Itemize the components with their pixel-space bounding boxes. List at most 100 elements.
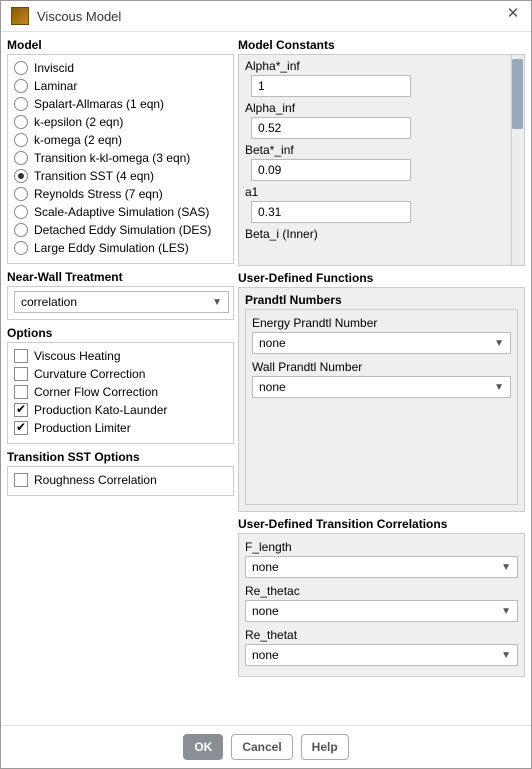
checkbox-option[interactable]: Production Kato-Launder (14, 401, 229, 419)
checkbox-icon (14, 473, 28, 487)
near-wall-group: correlation ▼ (7, 286, 234, 320)
constant-input[interactable]: 0.09 (251, 159, 411, 181)
model-option[interactable]: Large Eddy Simulation (LES) (14, 239, 229, 257)
tsst-title: Transition SST Options (7, 448, 234, 466)
field-dropdown[interactable]: none ▼ (252, 376, 511, 398)
constant-input[interactable]: 1 (251, 75, 411, 97)
model-option-label: Laminar (34, 79, 77, 93)
radio-icon (14, 115, 28, 129)
checkbox-icon (14, 403, 28, 417)
radio-icon (14, 223, 28, 237)
near-wall-dropdown[interactable]: correlation ▼ (14, 291, 229, 313)
checkbox-option[interactable]: Production Limiter (14, 419, 229, 437)
field-label: Energy Prandtl Number (252, 314, 511, 332)
constant-input[interactable]: 0.52 (251, 117, 411, 139)
checkbox-icon (14, 421, 28, 435)
chevron-down-icon: ▼ (501, 562, 511, 573)
cancel-button[interactable]: Cancel (231, 734, 292, 760)
checkbox-icon (14, 385, 28, 399)
model-option[interactable]: Transition k-kl-omega (3 eqn) (14, 149, 229, 167)
checkbox-icon (14, 349, 28, 363)
udf-group: Prandtl Numbers Energy Prandtl Number non… (238, 287, 525, 512)
titlebar: Viscous Model ✕ (1, 1, 531, 32)
prandtl-group: Energy Prandtl Number none ▼ Wall Prandtl N… (245, 309, 518, 505)
constant-label: Alpha_inf (245, 99, 510, 115)
dropdown-value: none (259, 380, 286, 394)
field-label: F_length (245, 538, 518, 556)
field-dropdown[interactable]: none ▼ (245, 600, 518, 622)
dropdown-value: none (252, 560, 279, 574)
field-dropdown[interactable]: none ▼ (245, 556, 518, 578)
dropdown-value: none (259, 336, 286, 350)
model-title: Model (7, 36, 234, 54)
model-option-label: k-omega (2 eqn) (34, 133, 122, 147)
constant-label: a1 (245, 183, 510, 199)
checkbox-option[interactable]: Curvature Correction (14, 365, 229, 383)
near-wall-title: Near-Wall Treatment (7, 268, 234, 286)
field-label: Wall Prandtl Number (252, 358, 511, 376)
radio-icon (14, 133, 28, 147)
model-option[interactable]: Reynolds Stress (7 eqn) (14, 185, 229, 203)
model-option-label: Spalart-Allmaras (1 eqn) (34, 97, 164, 111)
radio-icon (14, 169, 28, 183)
checkbox-option[interactable]: Viscous Heating (14, 347, 229, 365)
close-icon[interactable]: ✕ (505, 8, 521, 24)
scrollbar[interactable] (511, 55, 524, 265)
chevron-down-icon: ▼ (212, 297, 222, 308)
model-option[interactable]: Transition SST (4 eqn) (14, 167, 229, 185)
dropdown-value: none (252, 604, 279, 618)
model-option-label: Inviscid (34, 61, 74, 75)
options-title: Options (7, 324, 234, 342)
constant-label: Alpha*_inf (245, 57, 510, 73)
model-option[interactable]: Inviscid (14, 59, 229, 77)
chevron-down-icon: ▼ (501, 650, 511, 661)
checkbox-label: Production Limiter (34, 421, 131, 435)
field-dropdown[interactable]: none ▼ (245, 644, 518, 666)
radio-icon (14, 79, 28, 93)
radio-icon (14, 205, 28, 219)
constant-label: Beta_i (Inner) (245, 225, 510, 241)
model-option-label: Transition SST (4 eqn) (34, 169, 154, 183)
model-option[interactable]: Scale-Adaptive Simulation (SAS) (14, 203, 229, 221)
ok-button[interactable]: OK (183, 734, 223, 760)
udf-title: User-Defined Functions (238, 269, 525, 287)
checkbox-label: Curvature Correction (34, 367, 145, 381)
scrollbar-thumb[interactable] (512, 59, 523, 129)
chevron-down-icon: ▼ (494, 382, 504, 393)
checkbox-icon (14, 367, 28, 381)
model-constants-pane: Alpha*_inf 1 Alpha_inf 0.52 Beta*_inf 0.09 a1 0… (238, 54, 525, 266)
checkbox-option[interactable]: Corner Flow Correction (14, 383, 229, 401)
model-option[interactable]: Spalart-Allmaras (1 eqn) (14, 95, 229, 113)
field-label: Re_thetac (245, 582, 518, 600)
help-button[interactable]: Help (301, 734, 349, 760)
utc-group: F_lengthnone▼Re_thetacnone▼Re_thetatnone… (238, 533, 525, 677)
radio-icon (14, 241, 28, 255)
near-wall-value: correlation (21, 295, 77, 309)
model-option[interactable]: Laminar (14, 77, 229, 95)
constant-label: Beta*_inf (245, 141, 510, 157)
chevron-down-icon: ▼ (501, 606, 511, 617)
field-dropdown[interactable]: none▼ (252, 332, 511, 354)
app-icon (11, 7, 29, 25)
checkbox-label: Viscous Heating (34, 349, 121, 363)
dropdown-value: none (252, 648, 279, 662)
model-option-label: Detached Eddy Simulation (DES) (34, 223, 211, 237)
model-option-label: Reynolds Stress (7 eqn) (34, 187, 163, 201)
model-option[interactable]: Detached Eddy Simulation (DES) (14, 221, 229, 239)
model-constants-title: Model Constants (238, 36, 525, 54)
checkbox-label: Corner Flow Correction (34, 385, 158, 399)
constant-input[interactable]: 0.31 (251, 201, 411, 223)
model-option[interactable]: k-omega (2 eqn) (14, 131, 229, 149)
model-option[interactable]: k-epsilon (2 eqn) (14, 113, 229, 131)
options-group: Viscous Heating Curvature Correction Corne… (7, 342, 234, 444)
model-option-label: Large Eddy Simulation (LES) (34, 241, 189, 255)
window-title: Viscous Model (37, 9, 505, 24)
radio-icon (14, 151, 28, 165)
tsst-group: Roughness Correlation (7, 466, 234, 496)
model-option-label: k-epsilon (2 eqn) (34, 115, 123, 129)
checkbox-label: Roughness Correlation (34, 473, 157, 487)
model-option-label: Transition k-kl-omega (3 eqn) (34, 151, 190, 165)
checkbox-option[interactable]: Roughness Correlation (14, 471, 229, 489)
radio-icon (14, 97, 28, 111)
prandtl-title: Prandtl Numbers (245, 292, 518, 309)
